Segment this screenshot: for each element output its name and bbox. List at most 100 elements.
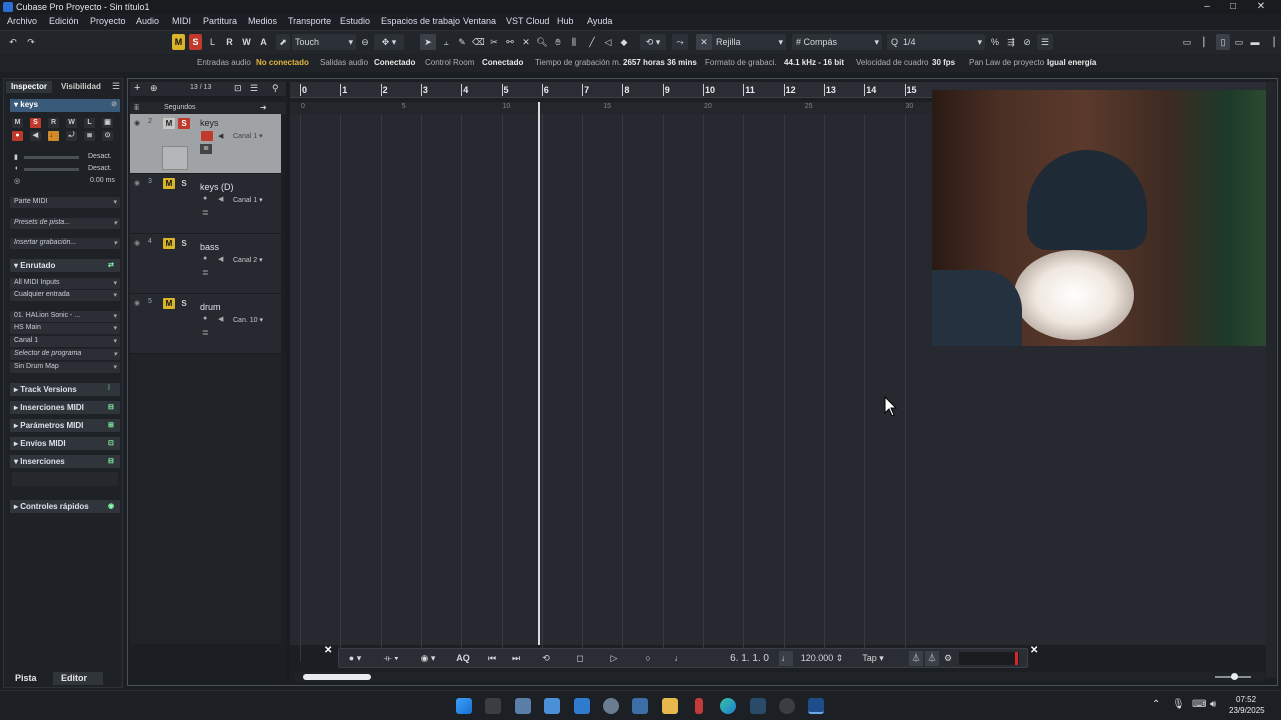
program-selector[interactable]: Selector de programa ▾ — [10, 349, 120, 360]
precount-icon[interactable]: ⏃ — [925, 651, 939, 666]
inspector-zone-icon[interactable]: ▯ — [1216, 34, 1230, 50]
record-enable-icon[interactable]: ● — [203, 195, 207, 202]
network-icon[interactable]: ⌨︎ — [1192, 699, 1206, 710]
position-display[interactable]: 6. 1. 1. 0 — [689, 651, 769, 666]
track-mute-button[interactable]: M — [163, 238, 175, 249]
left-zone-icon[interactable]: ▏ — [1200, 34, 1214, 50]
start-icon[interactable] — [456, 698, 472, 714]
settings-icon[interactable] — [603, 698, 619, 714]
track-solo-button[interactable]: S — [178, 238, 190, 249]
record-enable-icon[interactable]: ● — [203, 255, 207, 262]
lanes-icon[interactable]: ≣ — [200, 144, 212, 154]
write-button[interactable]: W — [240, 34, 253, 50]
mute-tool-icon[interactable]: ✕ — [520, 34, 532, 50]
zoom-slider-handle[interactable] — [1231, 673, 1238, 680]
section-parametros-midi[interactable]: ▸ Parámetros MIDI ⊞ — [10, 419, 120, 432]
line-tool-icon[interactable]: ╱ — [586, 34, 598, 50]
record-mode-icon[interactable]: ● ▾ — [343, 651, 367, 666]
track-mute-button[interactable]: M — [163, 298, 175, 309]
maximize-button[interactable]: □ — [1224, 1, 1242, 13]
click-settings-icon[interactable]: ⚙ — [941, 651, 955, 666]
toolbar-menu-icon[interactable]: ☰ — [1037, 34, 1053, 50]
play-tool-icon[interactable]: ◁ — [602, 34, 614, 50]
right-zone-icon[interactable]: ▕ — [1264, 34, 1278, 50]
tab-inspector[interactable]: Inspector — [6, 81, 53, 93]
screen-icon[interactable] — [632, 698, 648, 714]
pan-slider[interactable] — [24, 168, 79, 171]
terminal-icon[interactable] — [485, 698, 501, 714]
tap-tempo-button[interactable]: Tap ▾ — [853, 651, 893, 666]
lanes-icon[interactable]: ≣ — [202, 268, 209, 277]
inspector-write-button[interactable]: W — [66, 118, 77, 128]
quantize-apply-icon[interactable]: ⇶ — [1004, 34, 1018, 50]
section-inserciones[interactable]: ▾ Inserciones ⊟ — [10, 455, 120, 468]
automation-mode-select[interactable]: Touch ▾ — [292, 34, 356, 50]
hand-tool-icon[interactable]: ✋︎ — [552, 34, 564, 50]
quantize-toggle-icon[interactable]: % — [988, 34, 1002, 50]
close-transport-right-icon[interactable]: ✕ — [1030, 645, 1038, 656]
redo-icon[interactable]: ↷ — [24, 34, 38, 50]
timebase-icon[interactable]: ♩ — [48, 131, 59, 141]
track-name[interactable]: drum — [200, 302, 221, 312]
quantize-select[interactable]: Q 1/4 ▾ — [887, 34, 985, 50]
instrument-select[interactable]: 01. HALion Sonic - ... ▾ — [10, 311, 120, 322]
volume-icon[interactable]: 🔊︎ — [1210, 699, 1216, 710]
track-solo-button[interactable]: S — [178, 118, 190, 129]
punch-icon[interactable]: ⟛ ▾ — [377, 651, 405, 666]
volume-row[interactable]: ▮ Desact. — [10, 152, 120, 163]
track-row[interactable]: ◉ 5 M S drum ● ◀︎ Can. 10 ▾ ≣ — [130, 294, 281, 354]
add-track-icon[interactable]: + — [134, 82, 140, 94]
monitor-icon[interactable]: ◀︎ — [30, 131, 41, 141]
horizontal-scrollbar[interactable] — [295, 672, 1265, 682]
insert-recording-select[interactable]: Insertar grabación... ▾ — [10, 238, 120, 249]
section-envios-midi[interactable]: ▸ Envíos MIDI ⊡ — [10, 437, 120, 450]
listen-button[interactable]: L — [206, 34, 219, 50]
project-cursor[interactable] — [538, 102, 540, 645]
minimize-button[interactable]: – — [1198, 1, 1216, 13]
inspector-folder-icon[interactable]: ▣ — [102, 118, 113, 128]
read-button[interactable]: R — [223, 34, 236, 50]
track-name[interactable]: bass — [200, 242, 219, 252]
menu-espacios-trabajo[interactable]: Espacios de trabajo — [381, 16, 460, 26]
track-visibility-icon[interactable]: ◉ — [134, 299, 140, 307]
zoom-tool-icon[interactable]: 🔍︎ — [536, 34, 548, 50]
menu-proyecto[interactable]: Proyecto — [90, 16, 126, 26]
audio-app-icon[interactable] — [695, 698, 703, 714]
tempo-track-icon[interactable]: ♩ — [779, 651, 793, 666]
record-icon[interactable]: ○ — [637, 651, 659, 666]
inspector-solo-button[interactable]: S — [30, 118, 41, 128]
range-tool-icon[interactable]: ⫠ — [440, 34, 452, 50]
steam-icon[interactable] — [750, 698, 766, 714]
scrollbar-thumb[interactable] — [303, 674, 371, 680]
object-select-tool-icon[interactable]: ➤ — [420, 34, 436, 50]
lower-zone-icon[interactable]: ▭ — [1232, 34, 1246, 50]
delay-row[interactable]: ◎ 0.00 ms — [10, 176, 120, 187]
midi-input-select[interactable]: All MIDI Inputs ▾ — [10, 278, 120, 289]
track-solo-button[interactable]: S — [178, 178, 190, 189]
menu-archivo[interactable]: Archivo — [7, 16, 37, 26]
tab-editor[interactable]: Editor — [53, 672, 103, 685]
inspector-lock-button[interactable]: L — [84, 118, 95, 128]
constrain-icon[interactable]: ⊖ — [360, 34, 370, 50]
automation-a-button[interactable]: A — [257, 34, 270, 50]
menu-medios[interactable]: Medios — [248, 16, 277, 26]
glue-tool-icon[interactable]: ⚯ — [504, 34, 516, 50]
store-icon[interactable] — [544, 698, 560, 714]
track-presets-select[interactable]: Presets de pista... ▾ — [10, 218, 120, 229]
close-window-button[interactable]: ✕ — [1252, 1, 1270, 13]
track-row[interactable]: ◉ 3 M S keys (D) ● ◀︎ Canal 1 ▾ ≣ — [130, 174, 281, 234]
track-row[interactable]: ◉ 2 M S keys ◀︎ Canal 1 ▾ ≣ — [130, 114, 281, 174]
monitor-icon[interactable]: ◀︎ — [218, 132, 223, 140]
menu-edicion[interactable]: Edición — [49, 16, 79, 26]
search-icon[interactable]: ⚲ — [272, 83, 279, 94]
track-solo-button[interactable]: S — [178, 298, 190, 309]
grid-type-select[interactable]: # Compás ▾ — [792, 34, 882, 50]
monitor-icon[interactable]: ◀︎ — [218, 255, 223, 263]
drag-mode-icon[interactable]: ✥ ▾ — [374, 34, 404, 50]
track-channel[interactable]: Can. 10 ▾ — [233, 316, 263, 324]
vertical-scrollbar[interactable] — [1266, 82, 1276, 678]
output-select[interactable]: HS Main ▾ — [10, 323, 120, 334]
menu-ayuda[interactable]: Ayuda — [587, 16, 612, 26]
cycle-record-icon[interactable]: ◉ ▾ — [415, 651, 441, 666]
inspector-track-name[interactable]: ▾ keys ⊘ — [10, 99, 120, 112]
